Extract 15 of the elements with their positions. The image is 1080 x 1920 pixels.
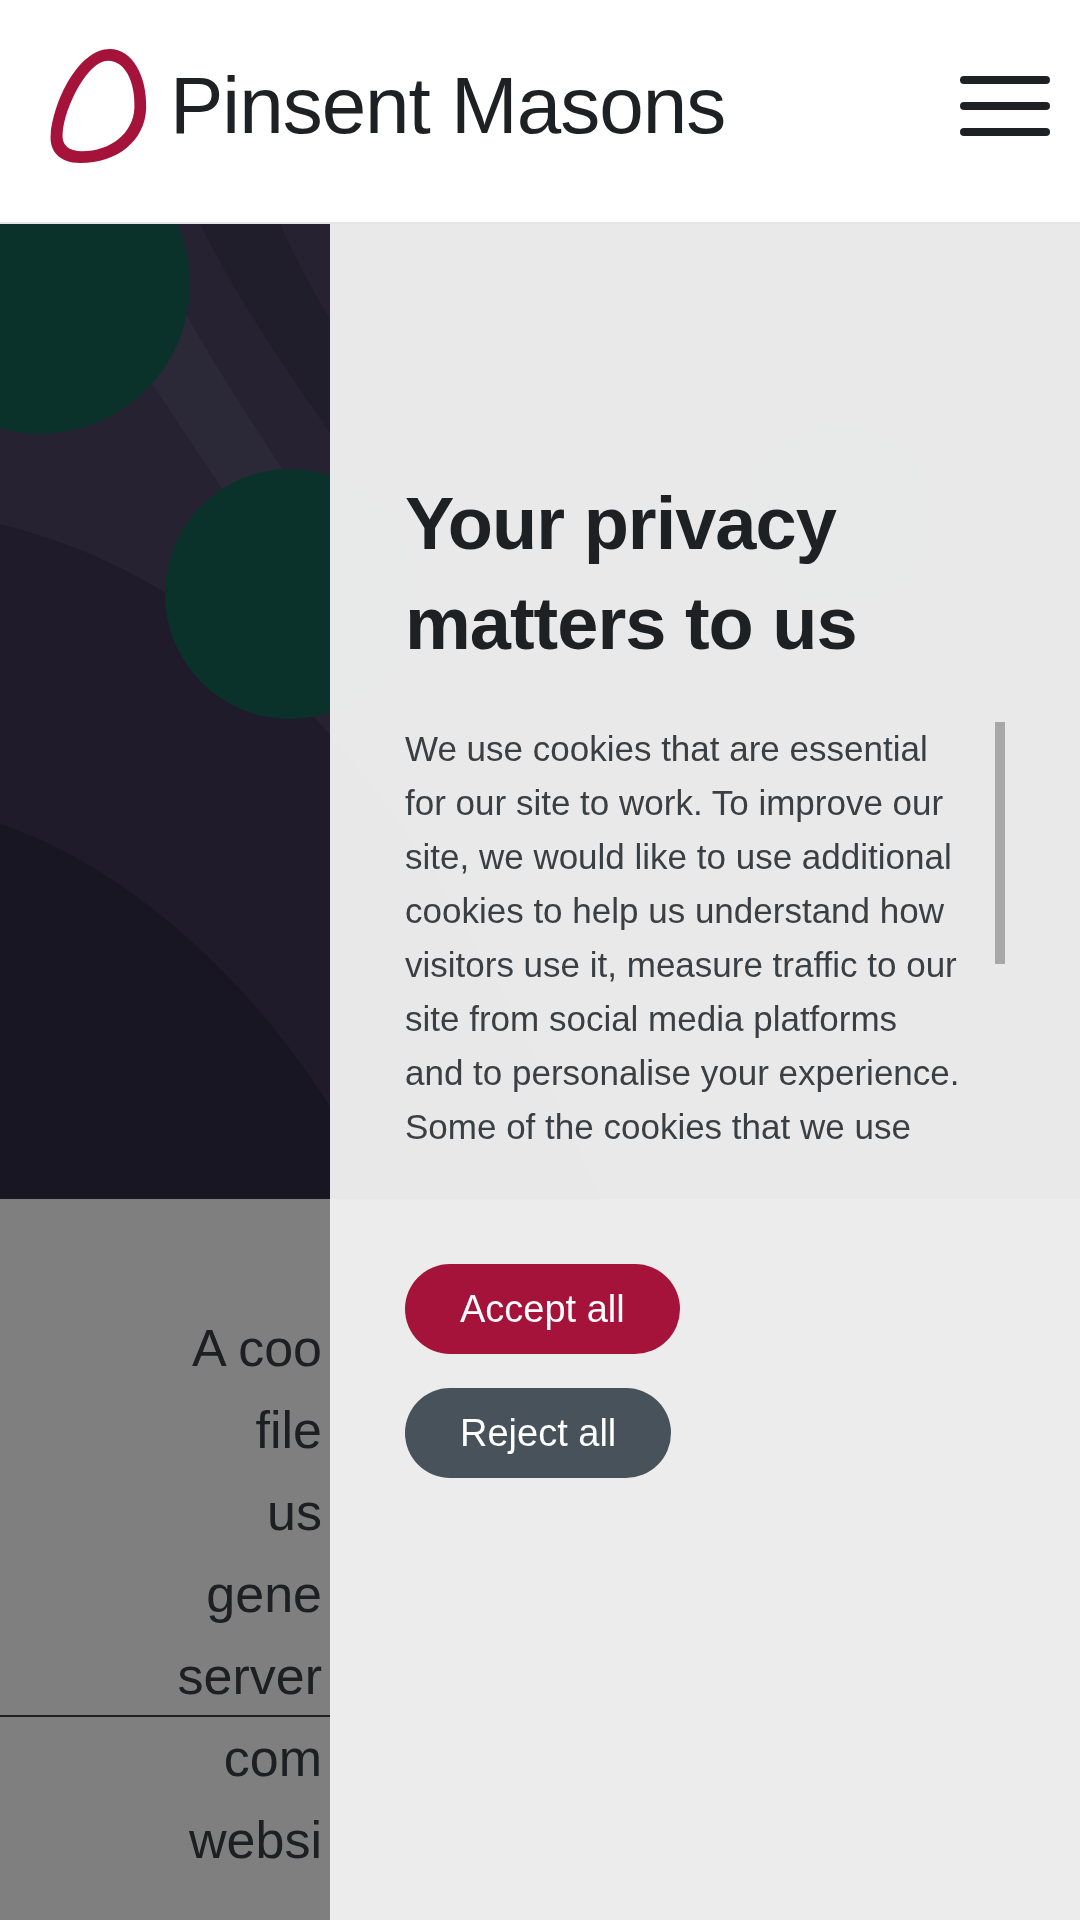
paragraph-line: A coo <box>191 1318 322 1379</box>
logo-icon <box>48 47 148 165</box>
paragraph-line: websi <box>189 1810 322 1871</box>
logo-text: Pinsent Masons <box>170 60 726 152</box>
menu-icon[interactable] <box>960 76 1050 136</box>
scrollbar[interactable] <box>995 722 1005 964</box>
cookie-title: Your privacy matters to us <box>405 481 858 667</box>
paragraph-line: gene <box>206 1564 322 1625</box>
paragraph-line: file <box>255 1400 322 1461</box>
paragraph-line: server <box>177 1646 322 1707</box>
paragraph-line: us <box>267 1482 322 1543</box>
accept-button[interactable]: Accept all <box>405 1264 680 1354</box>
reject-button[interactable]: Reject all <box>405 1388 672 1478</box>
paragraph-line: com <box>223 1728 322 1789</box>
cookie-text: We use cookies that are essential for our site to work. To improve our site, we would like to use additional cookies to help us understand how visitors use it, measure traffic to our site from social media platforms and to personalise your experience. Some of the cookies that we use <box>405 728 960 1148</box>
